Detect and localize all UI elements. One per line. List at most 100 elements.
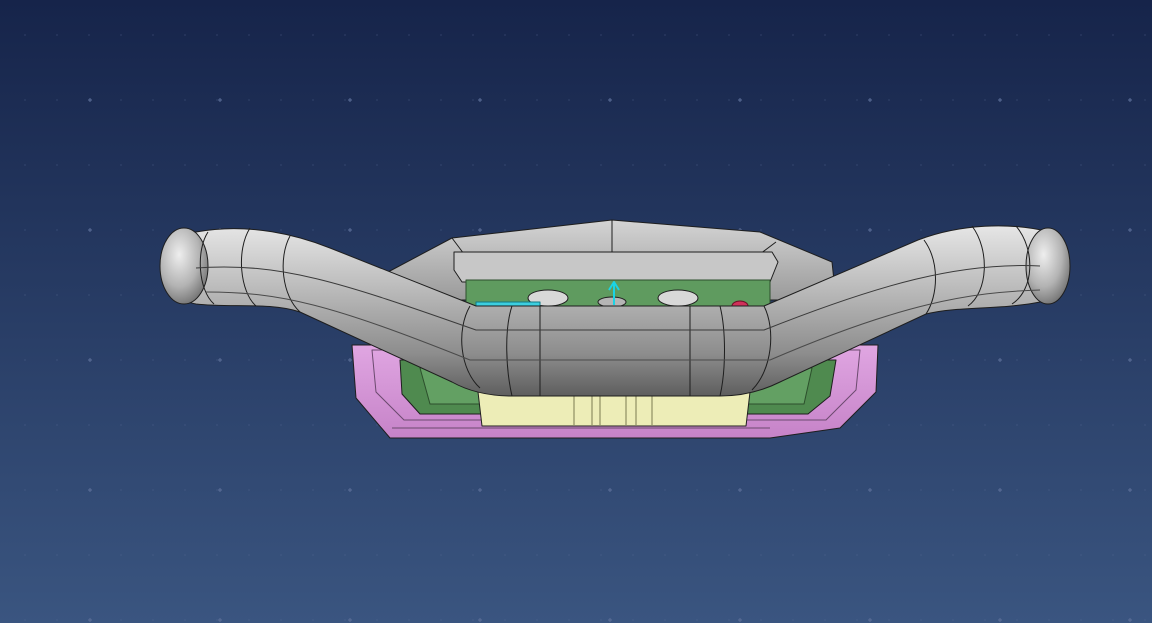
grid-dot [24, 619, 26, 621]
grid-dot [888, 619, 890, 621]
grid-dot [1016, 424, 1018, 426]
grid-dot [888, 424, 890, 426]
grid-dot [440, 619, 442, 621]
grid-dot [888, 34, 890, 36]
grid-dot [888, 489, 890, 491]
grid-dot [280, 554, 282, 556]
grid-dot [568, 554, 570, 556]
grid-dot [152, 619, 154, 621]
grid-dot [920, 554, 922, 556]
grid-dot [1144, 34, 1146, 36]
yellow-insert[interactable] [477, 391, 751, 427]
grid-dot [504, 229, 506, 231]
grid-dot [88, 359, 90, 361]
grid-dot [1080, 619, 1082, 621]
grid-dot [216, 164, 218, 166]
grid-dot [120, 34, 122, 36]
grid-dot [408, 619, 410, 621]
grid-dot [440, 164, 442, 166]
grid-dot [632, 99, 634, 101]
grid-dot [376, 424, 378, 426]
grid-dot [184, 424, 186, 426]
top-block[interactable] [453, 251, 779, 283]
grid-dot [856, 229, 858, 231]
grid-dot [376, 619, 378, 621]
grid-dot [56, 164, 58, 166]
grid-dot [248, 424, 250, 426]
grid-dot [1144, 554, 1146, 556]
grid-dot [152, 554, 154, 556]
grid-dot [24, 489, 26, 491]
grid-dot [920, 359, 922, 361]
grid-dot [856, 99, 858, 101]
grid-dot [824, 99, 826, 101]
grid-dot [504, 554, 506, 556]
grid-dot [920, 164, 922, 166]
grid-dot [760, 229, 762, 231]
grid-dot [696, 164, 698, 166]
grid-dot [1112, 34, 1114, 36]
grid-dot [504, 164, 506, 166]
grid-dot [280, 424, 282, 426]
grid-dot [1016, 554, 1018, 556]
grid-dot [792, 489, 794, 491]
grid-dot [1112, 359, 1114, 361]
grid-dot [312, 489, 314, 491]
grid-dot [472, 489, 474, 491]
grid-dot [824, 619, 826, 621]
grid-dot [472, 99, 474, 101]
grid-dot [88, 99, 90, 101]
grid-dot [504, 619, 506, 621]
grid-dot [952, 489, 954, 491]
grid-dot [728, 619, 730, 621]
grid-dot [888, 99, 890, 101]
grid-dot [376, 34, 378, 36]
grid-dot [120, 489, 122, 491]
grid-dot [664, 619, 666, 621]
grid-dot [152, 489, 154, 491]
grid-dot [1080, 229, 1082, 231]
grid-dot [120, 359, 122, 361]
grid-dot [120, 99, 122, 101]
grid-dot [24, 99, 26, 101]
grid-dot [376, 554, 378, 556]
grid-dot [280, 489, 282, 491]
grid-dot [1080, 164, 1082, 166]
grid-dot [344, 34, 346, 36]
grid-dot [1144, 359, 1146, 361]
grid-dot [344, 554, 346, 556]
grid-dot [1080, 99, 1082, 101]
grid-dot [664, 34, 666, 36]
grid-dot [600, 99, 602, 101]
grid-dot [664, 554, 666, 556]
grid-dot [1048, 554, 1050, 556]
grid-dot [24, 164, 26, 166]
grid-dot [728, 554, 730, 556]
grid-dot [1112, 294, 1114, 296]
recess-hole-right[interactable] [657, 289, 699, 307]
grid-dot [280, 359, 282, 361]
grid-dot [408, 229, 410, 231]
grid-dot [24, 554, 26, 556]
grid-dot [984, 359, 986, 361]
viewport-canvas[interactable] [0, 0, 1152, 623]
grid-dot [344, 359, 346, 361]
grid-dot [56, 424, 58, 426]
grid-dot [952, 619, 954, 621]
grid-dot [440, 229, 442, 231]
grid-dot [280, 164, 282, 166]
grid-dot [120, 554, 122, 556]
grid-dot [1080, 359, 1082, 361]
grid-dot [56, 489, 58, 491]
3d-viewport[interactable] [0, 0, 1152, 623]
grid-dot [984, 619, 986, 621]
grid-dot [1144, 424, 1146, 426]
grid-dot [824, 554, 826, 556]
grid-dot [760, 619, 762, 621]
grid-dot [120, 619, 122, 621]
grid-dot [632, 164, 634, 166]
grid-dot [568, 489, 570, 491]
grid-dot [344, 229, 346, 231]
grid-dot [888, 164, 890, 166]
grid-dot [632, 489, 634, 491]
